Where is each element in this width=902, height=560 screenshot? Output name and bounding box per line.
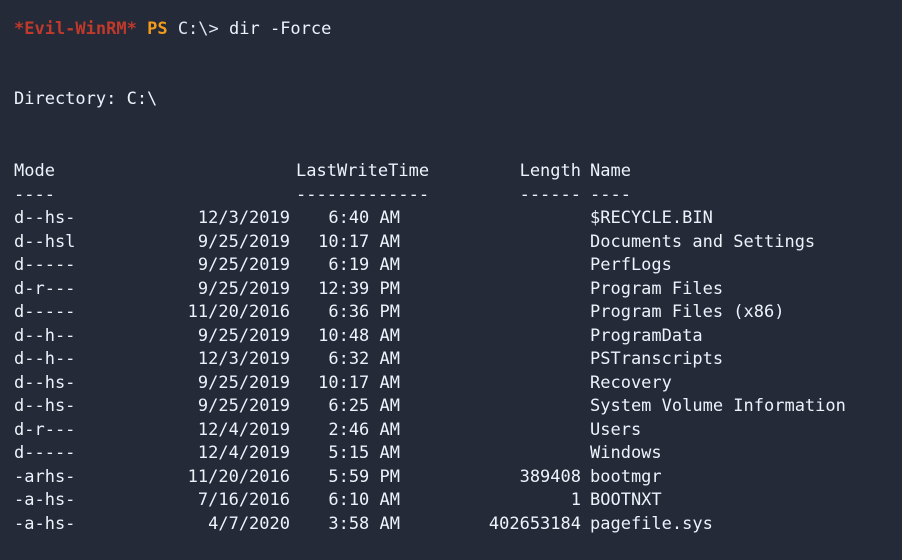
cell-time: 5:15 AM bbox=[328, 443, 400, 463]
cell-mode: -a-hs- bbox=[14, 490, 76, 510]
cell-time: 6:25 AM bbox=[328, 396, 400, 416]
rule-name: ---- bbox=[590, 184, 631, 205]
table-row: d--h-- 12/3/2019 6:32 AM PSTranscripts bbox=[0, 348, 902, 372]
cell-mode: d--hs- bbox=[14, 396, 76, 416]
table-row: d--hs- 12/3/2019 6:40 AM $RECYCLE.BIN bbox=[0, 207, 902, 231]
rule-lastwritetime: ------------- bbox=[296, 184, 430, 205]
cell-mode: d--hs- bbox=[14, 372, 76, 393]
cell-mode: d--h-- bbox=[14, 325, 76, 346]
table-header-row: Mode LastWriteTime Length Name bbox=[0, 160, 902, 184]
command-text: dir -Force bbox=[229, 19, 332, 39]
table-row: d--hsl 9/25/2019 10:17 AM Documents and Set… bbox=[0, 231, 902, 255]
cell-time: 6:19 AM bbox=[328, 255, 400, 275]
cell-name: Users bbox=[590, 419, 642, 440]
cell-length: 1 bbox=[570, 490, 581, 510]
cell-date: 11/20/2016 bbox=[187, 466, 290, 487]
cell-name: BOOTNXT bbox=[590, 490, 662, 510]
cell-time: 5:59 PM bbox=[328, 466, 400, 487]
cell-name: Program Files (x86) bbox=[590, 302, 785, 322]
cell-mode: d----- bbox=[14, 302, 76, 322]
cell-name: Program Files bbox=[590, 278, 724, 299]
evil-winrm-marker: *Evil-WinRM* bbox=[14, 19, 137, 39]
prompt-line: *Evil-WinRM* PS C:\> dir -Force bbox=[14, 18, 331, 42]
cell-time: 6:10 AM bbox=[328, 490, 400, 510]
directory-path-header: Directory: C:\ bbox=[14, 89, 158, 109]
cell-date: 12/3/2019 bbox=[197, 208, 290, 228]
cell-date: 9/25/2019 bbox=[197, 325, 290, 346]
table-row: d--hs- 9/25/2019 6:25 AM System Volume Info… bbox=[0, 395, 902, 419]
column-header-lastwritetime: LastWriteTime bbox=[296, 161, 430, 181]
cell-date: 12/3/2019 bbox=[197, 349, 290, 369]
cell-date: 4/7/2020 bbox=[208, 513, 290, 534]
cell-date: 9/25/2019 bbox=[197, 372, 290, 393]
cell-time: 10:17 AM bbox=[318, 231, 400, 252]
cell-time: 2:46 AM bbox=[328, 419, 400, 440]
cell-name: Recovery bbox=[590, 372, 672, 393]
cell-name: ProgramData bbox=[590, 325, 703, 346]
prompt-path: C:\> bbox=[177, 19, 219, 39]
cell-time: 6:36 PM bbox=[328, 302, 400, 322]
terminal-window[interactable]: *Evil-WinRM* PS C:\> dir -Force Director… bbox=[0, 0, 902, 560]
table-body: d--hs- 12/3/2019 6:40 AM $RECYCLE.BIN d--hsl… bbox=[0, 207, 902, 536]
cell-date: 12/4/2019 bbox=[197, 419, 290, 440]
cell-name: pagefile.sys bbox=[590, 513, 713, 534]
cell-name: PSTranscripts bbox=[590, 349, 724, 369]
cell-name: Windows bbox=[590, 443, 662, 463]
cell-date: 9/25/2019 bbox=[197, 231, 290, 252]
rule-length: ------ bbox=[519, 184, 581, 205]
cell-mode: d-r--- bbox=[14, 419, 76, 440]
table-row: d-r--- 12/4/2019 2:46 AM Users bbox=[0, 419, 902, 443]
prompt-space-2 bbox=[168, 19, 178, 39]
cell-date: 9/25/2019 bbox=[197, 396, 290, 416]
column-header-name: Name bbox=[590, 161, 631, 181]
cell-mode: d----- bbox=[14, 255, 76, 275]
cell-date: 9/25/2019 bbox=[197, 278, 290, 299]
cell-mode: d--h-- bbox=[14, 349, 76, 369]
table-row: d-r--- 9/25/2019 12:39 PM Program Files bbox=[0, 278, 902, 302]
cell-date: 12/4/2019 bbox=[197, 443, 290, 463]
table-row: d----- 9/25/2019 6:19 AM PerfLogs bbox=[0, 254, 902, 278]
cell-length: 402653184 bbox=[488, 513, 581, 534]
cell-mode: d----- bbox=[14, 443, 76, 463]
cell-time: 12:39 PM bbox=[318, 278, 400, 299]
cell-mode: d--hs- bbox=[14, 208, 76, 228]
cell-name: System Volume Information bbox=[590, 396, 846, 416]
cell-mode: d-r--- bbox=[14, 278, 76, 299]
cell-time: 6:32 AM bbox=[328, 349, 400, 369]
table-row: d----- 11/20/2016 6:36 PM Program Files (x8… bbox=[0, 301, 902, 325]
table-row: d--hs- 9/25/2019 10:17 AM Recovery bbox=[0, 372, 902, 396]
cell-time: 3:58 AM bbox=[328, 513, 400, 534]
prompt-space-1 bbox=[137, 19, 147, 39]
ps-label: PS bbox=[147, 19, 168, 39]
cell-mode: d--hsl bbox=[14, 231, 76, 252]
cell-date: 7/16/2016 bbox=[197, 490, 290, 510]
cell-time: 10:48 AM bbox=[318, 325, 400, 346]
cell-mode: -a-hs- bbox=[14, 513, 76, 534]
cell-mode: -arhs- bbox=[14, 466, 76, 487]
cell-name: Documents and Settings bbox=[590, 231, 816, 252]
cell-time: 10:17 AM bbox=[318, 372, 400, 393]
directory-listing-table: Mode LastWriteTime Length Name ---- ----… bbox=[0, 160, 902, 536]
table-row: -a-hs- 7/16/2016 6:10 AM 1 BOOTNXT bbox=[0, 489, 902, 513]
column-header-length: Length bbox=[519, 161, 581, 181]
cell-date: 11/20/2016 bbox=[187, 302, 290, 322]
table-row: d--h-- 9/25/2019 10:48 AM ProgramData bbox=[0, 325, 902, 349]
table-row: -a-hs- 4/7/2020 3:58 AM 402653184 pagefile.s… bbox=[0, 513, 902, 537]
cell-name: bootmgr bbox=[590, 466, 662, 487]
table-header-rule-row: ---- ------------- ------ ---- bbox=[0, 184, 902, 208]
table-row: d----- 12/4/2019 5:15 AM Windows bbox=[0, 442, 902, 466]
column-header-mode: Mode bbox=[14, 161, 55, 181]
cell-date: 9/25/2019 bbox=[197, 255, 290, 275]
rule-mode: ---- bbox=[14, 184, 55, 205]
cell-name: $RECYCLE.BIN bbox=[590, 208, 713, 228]
cell-time: 6:40 AM bbox=[328, 208, 400, 228]
prompt-space-3 bbox=[219, 19, 229, 39]
cell-name: PerfLogs bbox=[590, 255, 672, 275]
table-row: -arhs- 11/20/2016 5:59 PM 389408 bootmgr bbox=[0, 466, 902, 490]
cell-length: 389408 bbox=[519, 466, 581, 487]
